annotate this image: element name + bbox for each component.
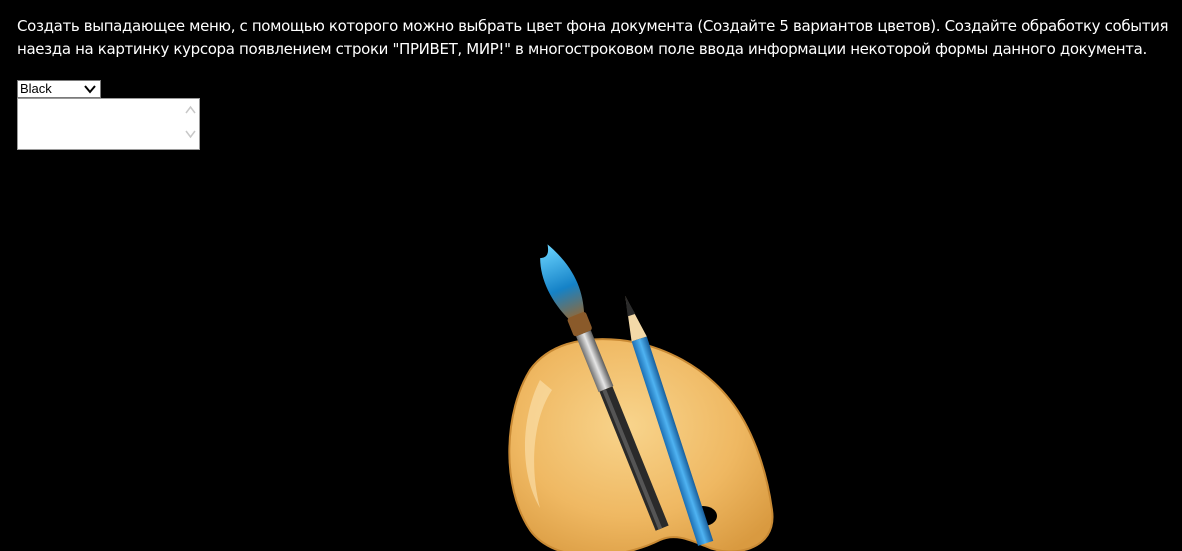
select-value: Black xyxy=(20,81,52,96)
task-description: Создать выпадающее меню, с помощью котор… xyxy=(17,17,1169,58)
chevron-down-icon xyxy=(84,85,96,94)
background-color-select[interactable]: Black xyxy=(17,80,101,98)
scroll-up-arrow-icon[interactable] xyxy=(184,104,197,117)
message-textarea[interactable] xyxy=(17,98,200,150)
palette-board xyxy=(508,338,774,551)
palette-image[interactable] xyxy=(500,240,790,551)
scroll-down-arrow-icon[interactable] xyxy=(184,127,197,140)
textarea-scrollbar[interactable] xyxy=(182,99,199,149)
